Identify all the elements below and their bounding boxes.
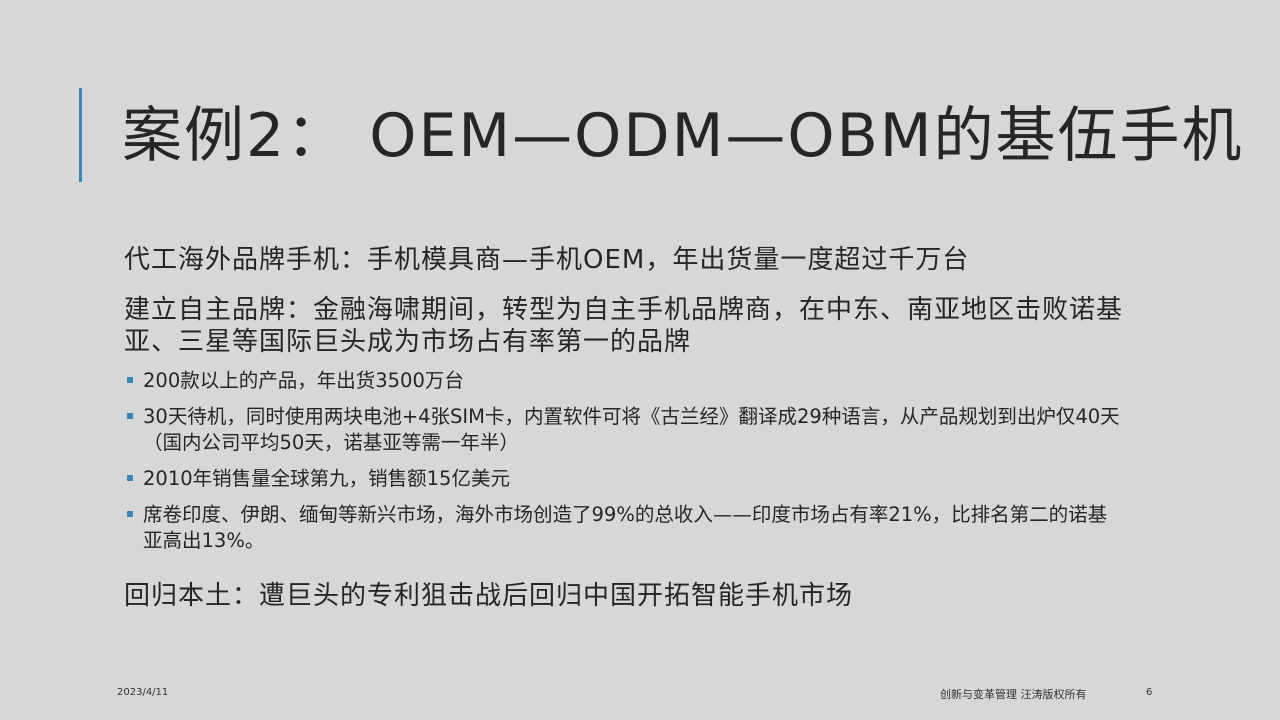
page-number: 6 <box>1146 687 1153 698</box>
bullet-text: 30天待机，同时使用两块电池+4张SIM卡，内置软件可将《古兰经》翻译成29种语… <box>143 405 1120 454</box>
slide: 案例2： OEM—ODM—OBM的基伍手机 代工海外品牌手机：手机模具商—手机O… <box>0 0 1280 720</box>
bullet-item: 30天待机，同时使用两块电池+4张SIM卡，内置软件可将《古兰经》翻译成29种语… <box>124 404 1124 456</box>
paragraph-return-home: 回归本土：遭巨头的专利狙击战后回归中国开拓智能手机市场 <box>124 581 854 611</box>
bullet-square-icon <box>127 413 133 419</box>
title-accent-bar <box>79 88 82 182</box>
bullet-square-icon <box>127 475 133 481</box>
bullet-item: 2010年销售量全球第九，销售额15亿美元 <box>124 466 1124 492</box>
footer-copyright: 创新与变革管理 汪涛版权所有 <box>940 688 1087 701</box>
paragraph-own-brand: 建立自主品牌：金融海啸期间，转型为自主手机品牌商，在中东、南亚地区击败诺基亚、三… <box>124 295 1124 357</box>
slide-content: 代工海外品牌手机：手机模具商—手机OEM，年出货量一度超过千万台 建立自主品牌：… <box>124 244 1124 612</box>
bullet-list: 200款以上的产品，年出货3500万台 30天待机，同时使用两块电池+4张SIM… <box>124 368 1124 554</box>
bullet-text: 200款以上的产品，年出货3500万台 <box>143 369 464 392</box>
bullet-item: 席卷印度、伊朗、缅甸等新兴市场，海外市场创造了99%的总收入——印度市场占有率2… <box>124 502 1124 554</box>
footer-date: 2023/4/11 <box>117 687 169 698</box>
bullet-square-icon <box>127 511 133 517</box>
paragraph-oem: 代工海外品牌手机：手机模具商—手机OEM，年出货量一度超过千万台 <box>124 245 970 275</box>
bullet-square-icon <box>127 377 133 383</box>
bullet-text: 2010年销售量全球第九，销售额15亿美元 <box>143 467 510 490</box>
bullet-text: 席卷印度、伊朗、缅甸等新兴市场，海外市场创造了99%的总收入——印度市场占有率2… <box>143 503 1108 552</box>
bullet-item: 200款以上的产品，年出货3500万台 <box>124 368 1124 394</box>
slide-title: 案例2： OEM—ODM—OBM的基伍手机 <box>122 101 1244 171</box>
